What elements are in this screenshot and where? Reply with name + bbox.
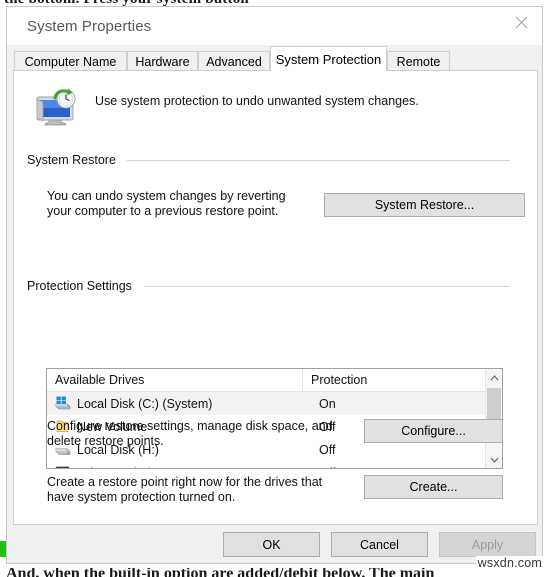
list-header: Available Drives Protection — [47, 369, 502, 392]
cancel-button[interactable]: Cancel — [331, 532, 428, 557]
system-protection-icon — [36, 88, 76, 126]
cell-drive-protection: Off — [319, 466, 335, 469]
watermark: wsxdn.com — [475, 556, 544, 570]
tab-system-protection[interactable]: System Protection — [270, 46, 387, 71]
window-title: System Properties — [27, 18, 152, 35]
system-restore-description: You can undo system changes by reverting… — [47, 189, 286, 219]
cell-drive-name: DriverCD (D:) — [77, 466, 153, 469]
configure-description: Configure restore settings, manage disk … — [47, 419, 333, 449]
close-icon — [515, 16, 527, 28]
close-button[interactable] — [500, 7, 542, 37]
chevron-up-icon — [490, 374, 498, 380]
create-description-line1: Create a restore point right now for the… — [47, 475, 323, 489]
group-rule-protection-settings — [144, 286, 510, 287]
apply-button: Apply — [439, 532, 536, 557]
panel-header: Use system protection to undo unwanted s… — [27, 85, 522, 133]
group-rule-system-restore — [127, 160, 510, 161]
system-restore-description-line1: You can undo system changes by reverting — [47, 189, 286, 203]
create-description-line2: have system protection turned on. — [47, 490, 236, 504]
tab-strip: Computer Name Hardware Advanced System P… — [7, 45, 542, 71]
cell-drive-protection: On — [319, 396, 336, 411]
tab-remote[interactable]: Remote — [387, 51, 450, 71]
scroll-up-button[interactable] — [486, 369, 502, 386]
dialog-footer: OK Cancel Apply — [7, 525, 542, 565]
tab-panel-system-protection: Use system protection to undo unwanted s… — [13, 70, 538, 525]
chevron-down-icon — [490, 457, 498, 463]
panel-description: Use system protection to undo unwanted s… — [95, 94, 419, 108]
optical-drive-icon — [55, 466, 70, 468]
configure-description-line1: Configure restore settings, manage disk … — [47, 419, 333, 433]
scan-artifact — [0, 541, 6, 557]
configure-button[interactable]: Configure... — [364, 419, 503, 443]
table-row[interactable]: DriverCD (D:) Off — [47, 461, 502, 469]
column-header-available-drives[interactable]: Available Drives — [47, 369, 302, 391]
tab-hardware[interactable]: Hardware — [127, 51, 198, 71]
group-label-protection-settings: Protection Settings — [27, 279, 138, 293]
table-row[interactable]: Local Disk (C:) (System) On — [47, 392, 502, 415]
system-drive-icon — [55, 396, 71, 410]
configure-description-line2: delete restore points. — [47, 434, 164, 448]
create-button[interactable]: Create... — [364, 475, 503, 499]
ok-button[interactable]: OK — [223, 532, 320, 557]
group-label-system-restore: System Restore — [27, 153, 122, 167]
clipped-article-text-bottom: And, when the built-in option are added/… — [6, 568, 435, 577]
system-restore-button[interactable]: System Restore... — [324, 193, 525, 217]
cell-drive-name: Local Disk (C:) (System) — [77, 396, 213, 411]
tab-advanced[interactable]: Advanced — [198, 51, 270, 71]
title-bar: System Properties — [7, 7, 542, 46]
system-properties-dialog: System Properties Computer Name Hardware… — [6, 6, 543, 564]
tab-computer-name[interactable]: Computer Name — [14, 51, 127, 71]
create-description: Create a restore point right now for the… — [47, 475, 322, 505]
page-bleed-bottom: And, when the built-in option are added/… — [0, 568, 549, 577]
scroll-down-button[interactable] — [486, 451, 502, 468]
column-header-protection[interactable]: Protection — [302, 369, 487, 391]
system-restore-description-line2: your computer to a previous restore poin… — [47, 204, 279, 218]
